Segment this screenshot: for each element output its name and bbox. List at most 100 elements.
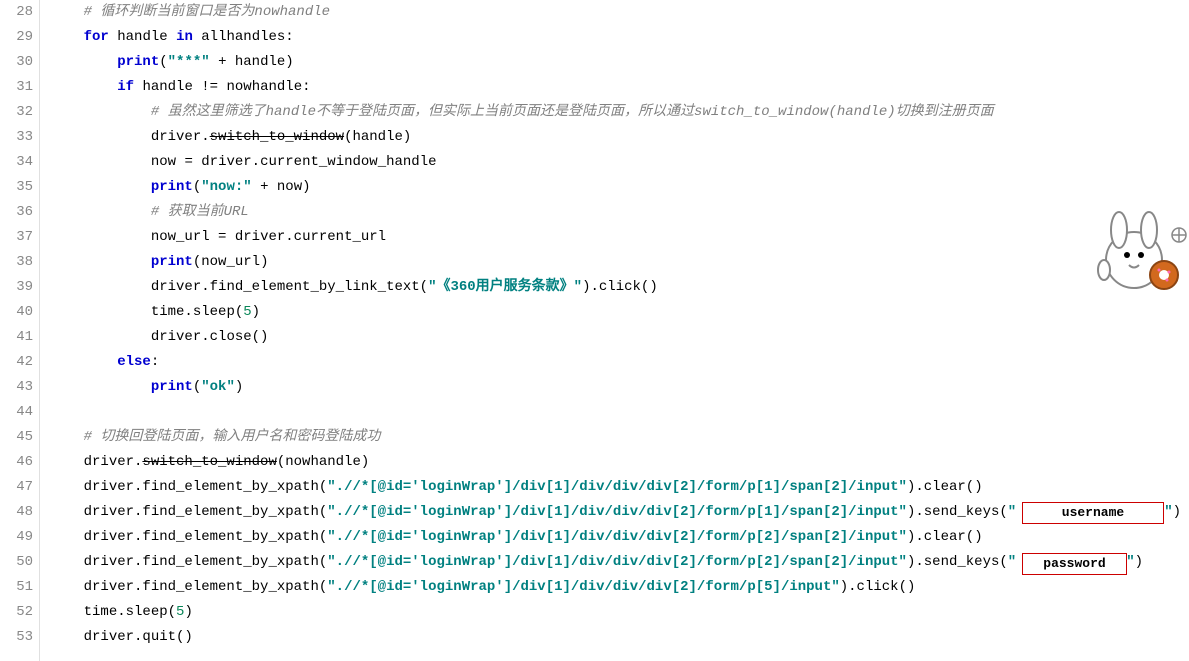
- token-comment: # 循环判断当前窗口是否为nowhandle: [84, 4, 330, 20]
- code-line[interactable]: # 循环判断当前窗口是否为nowhandle: [50, 0, 1189, 25]
- code-line[interactable]: if handle != nowhandle:: [50, 75, 1189, 100]
- code-line[interactable]: driver.find_element_by_xpath(".//*[@id='…: [50, 550, 1189, 575]
- token-str: "ok": [201, 379, 235, 395]
- token-op: !=: [201, 79, 218, 95]
- line-number: 45: [0, 425, 33, 450]
- token-paren: ): [184, 604, 192, 620]
- code-line[interactable]: time.sleep(5): [50, 600, 1189, 625]
- token-ident: now: [277, 179, 302, 195]
- token-kw: print: [117, 54, 159, 70]
- token-op: +: [260, 179, 268, 195]
- code-line[interactable]: for handle in allhandles:: [50, 25, 1189, 50]
- token-paren: (: [319, 529, 327, 545]
- token-ident: driver.quit: [84, 629, 176, 645]
- token-paren: (): [966, 479, 983, 495]
- line-number: 32: [0, 100, 33, 125]
- token-str: "now:": [201, 179, 251, 195]
- code-line[interactable]: # 获取当前URL: [50, 200, 1189, 225]
- code-area[interactable]: # 循环判断当前窗口是否为nowhandle for handle in all…: [40, 0, 1189, 661]
- token-str: ": [1126, 554, 1134, 570]
- token-ident: driver.: [151, 129, 210, 145]
- token-kw: else: [117, 354, 151, 370]
- token-str: ".//*[@id='loginWrap']/div[1]/div/div/di…: [327, 529, 907, 545]
- code-line[interactable]: else:: [50, 350, 1189, 375]
- line-number: 40: [0, 300, 33, 325]
- token-paren: ): [361, 454, 369, 470]
- code-line[interactable]: driver.close(): [50, 325, 1189, 350]
- token-paren: (: [193, 379, 201, 395]
- code-line[interactable]: driver.switch_to_window(nowhandle): [50, 450, 1189, 475]
- token-ident: now_url: [201, 254, 260, 270]
- token-str: ": [1008, 554, 1016, 570]
- token-ident: allhandles:: [201, 29, 293, 45]
- code-line[interactable]: now = driver.current_window_handle: [50, 150, 1189, 175]
- token-paren: (: [159, 54, 167, 70]
- code-line[interactable]: driver.find_element_by_xpath(".//*[@id='…: [50, 575, 1189, 600]
- token-comment: # 虽然这里筛选了handle不等于登陆页面，但实际上当前页面还是登陆页面，所以…: [151, 104, 994, 120]
- token-paren: (): [252, 329, 269, 345]
- token-paren: ): [1173, 504, 1181, 520]
- token-ident: .clear: [915, 529, 965, 545]
- token-ident: handle: [142, 79, 192, 95]
- code-line[interactable]: print("now:" + now): [50, 175, 1189, 200]
- token-paren: (: [319, 504, 327, 520]
- token-paren: (: [193, 179, 201, 195]
- token-ident: driver.close: [151, 329, 252, 345]
- code-line[interactable]: driver.find_element_by_link_text("《360用户…: [50, 275, 1189, 300]
- token-ident: .click: [591, 279, 641, 295]
- code-line[interactable]: time.sleep(5): [50, 300, 1189, 325]
- token-paren: (): [966, 529, 983, 545]
- code-line[interactable]: [50, 400, 1189, 425]
- password-redaction-badge: password: [1022, 553, 1127, 575]
- token-paren: ): [252, 304, 260, 320]
- code-editor[interactable]: 2829303132333435363738394041424344454647…: [0, 0, 1189, 661]
- token-kw: print: [151, 179, 193, 195]
- code-line[interactable]: driver.find_element_by_xpath(".//*[@id='…: [50, 500, 1189, 525]
- mascot-image: [1079, 200, 1189, 310]
- token-ident: driver.current_window_handle: [201, 154, 436, 170]
- token-kw: if: [117, 79, 134, 95]
- token-ident: .send_keys: [915, 554, 999, 570]
- token-str: ": [1164, 504, 1172, 520]
- token-kw: print: [151, 254, 193, 270]
- token-ident: .clear: [915, 479, 965, 495]
- line-number: 29: [0, 25, 33, 50]
- token-ident: handle: [235, 54, 285, 70]
- code-line[interactable]: print(now_url): [50, 250, 1189, 275]
- code-line[interactable]: driver.find_element_by_xpath(".//*[@id='…: [50, 525, 1189, 550]
- line-number: 43: [0, 375, 33, 400]
- token-ident: driver.find_element_by_xpath: [84, 529, 319, 545]
- token-paren: (: [319, 554, 327, 570]
- code-line[interactable]: # 切换回登陆页面，输入用户名和密码登陆成功: [50, 425, 1189, 450]
- token-str: "***": [168, 54, 210, 70]
- token-ident: time.sleep: [84, 604, 168, 620]
- token-paren: (: [999, 554, 1007, 570]
- token-comment: # 切换回登陆页面，输入用户名和密码登陆成功: [84, 429, 381, 445]
- code-line[interactable]: now_url = driver.current_url: [50, 225, 1189, 250]
- token-num: 5: [243, 304, 251, 320]
- code-line[interactable]: print("***" + handle): [50, 50, 1189, 75]
- token-str: ".//*[@id='loginWrap']/div[1]/div/div/di…: [327, 479, 907, 495]
- token-ident: nowhandle:: [226, 79, 310, 95]
- line-number: 39: [0, 275, 33, 300]
- code-line[interactable]: print("ok"): [50, 375, 1189, 400]
- token-strike: switch_to_window: [142, 454, 276, 470]
- token-ident: handle: [117, 29, 167, 45]
- token-ident: driver.: [84, 454, 143, 470]
- line-number: 33: [0, 125, 33, 150]
- line-number: 30: [0, 50, 33, 75]
- code-line[interactable]: driver.switch_to_window(handle): [50, 125, 1189, 150]
- token-paren: (: [319, 579, 327, 595]
- token-paren: (: [277, 454, 285, 470]
- token-ident: nowhandle: [285, 454, 361, 470]
- token-str: "《360用户服务条款》": [428, 279, 582, 295]
- token-str: ": [1008, 504, 1016, 520]
- code-line[interactable]: # 虽然这里筛选了handle不等于登陆页面，但实际上当前页面还是登陆页面，所以…: [50, 100, 1189, 125]
- token-paren: (: [193, 254, 201, 270]
- code-line[interactable]: driver.find_element_by_xpath(".//*[@id='…: [50, 475, 1189, 500]
- token-paren: ): [235, 379, 243, 395]
- token-ident: .send_keys: [915, 504, 999, 520]
- code-line[interactable]: driver.quit(): [50, 625, 1189, 650]
- line-number: 38: [0, 250, 33, 275]
- token-op: +: [218, 54, 226, 70]
